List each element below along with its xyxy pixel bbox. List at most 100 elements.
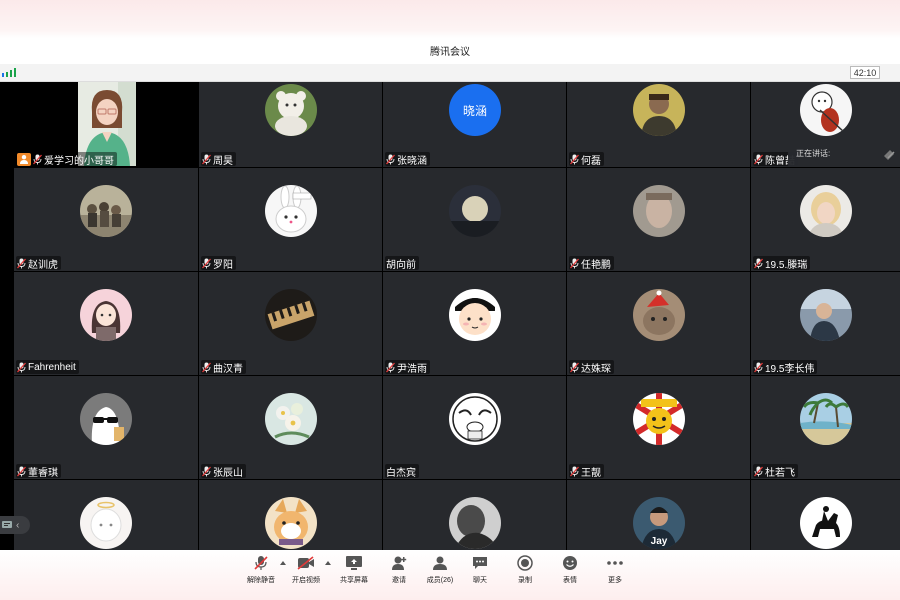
mic-muted-icon (17, 362, 26, 372)
participant-name-tag: 曲汉青 (201, 360, 246, 375)
share-screen-button[interactable]: 共享屏幕 (334, 554, 374, 596)
mic-muted-icon (570, 466, 579, 476)
mic-muted-icon (754, 466, 763, 476)
avatar (265, 84, 317, 136)
participant-tile[interactable]: 尹浩雨 (383, 272, 566, 375)
participant-tile[interactable]: 杜若飞 (751, 376, 900, 479)
mic-muted-icon (17, 466, 26, 476)
participant-tile[interactable]: 曲汉青 (199, 272, 382, 375)
speaking-indicator: 正在讲话: (788, 140, 900, 166)
avatar (800, 185, 852, 237)
participant-name-tag: 杜若飞 (753, 464, 798, 479)
mic-muted-icon (754, 154, 763, 164)
participant-tile[interactable]: 赵训虎 (14, 168, 198, 271)
invite-button[interactable]: 邀请 (379, 554, 419, 596)
chat-button[interactable]: 聊天 (460, 554, 500, 596)
participant-tile[interactable]: 爱学习的小哥哥 (14, 82, 198, 167)
avatar (265, 497, 317, 549)
participant-tile[interactable]: 晓涵张晓涵 (383, 82, 566, 167)
status-bar: 42:10 (0, 64, 900, 144)
record-label: 录制 (518, 577, 532, 584)
participant-tile[interactable]: 达姝琛 (567, 272, 750, 375)
participant-name: Fahrenheit (28, 361, 76, 373)
mic-muted-icon (17, 258, 26, 268)
participant-name-tag: 何磊 (569, 152, 604, 167)
participant-tile[interactable]: 何磊 (567, 82, 750, 167)
more-label: 更多 (608, 577, 622, 584)
members-label: 成员(26) (426, 577, 454, 584)
record-icon (516, 554, 534, 572)
participant-name: 爱学习的小哥哥 (44, 155, 114, 167)
avatar (449, 185, 501, 237)
avatar: 晓涵 (449, 84, 501, 136)
mic-muted-icon (570, 362, 579, 372)
avatar (80, 497, 132, 549)
avatar (449, 497, 501, 549)
avatar (800, 497, 852, 549)
participant-tile[interactable] (14, 480, 198, 550)
host-icon (17, 152, 31, 166)
chat-icon (471, 554, 489, 572)
participant-tile[interactable]: 任艳鹏 (567, 168, 750, 271)
unmute-button[interactable]: 解除静音 (241, 554, 281, 596)
participant-name-tag: 张晓涵 (385, 152, 430, 167)
reactions-button[interactable]: 表情 (550, 554, 590, 596)
avatar (633, 84, 685, 136)
participant-name: 达姝琛 (581, 363, 611, 375)
participant-name: 19.5李长伟 (765, 363, 815, 375)
participant-name: 白杰宾 (386, 467, 416, 479)
participant-tile[interactable] (383, 480, 566, 550)
avatar-caption: Jay (650, 536, 668, 547)
avatar: Jay (633, 497, 685, 549)
avatar (800, 289, 852, 341)
share-screen-label: 共享屏幕 (340, 577, 368, 584)
participant-name: 张辰山 (213, 467, 243, 479)
reactions-label: 表情 (563, 577, 577, 584)
members-button[interactable]: 成员(26) (420, 554, 460, 596)
participant-grid: 爱学习的小哥哥 周昊 晓涵 张晓涵 何磊 陈曾喆 赵训虎 罗阳 胡向前 任艳鹏 19.5.滕瑞 Fah… (14, 82, 900, 550)
participant-tile[interactable]: 19.5.滕瑞 (751, 168, 900, 271)
mic-muted-icon (33, 154, 42, 164)
video-options-caret[interactable] (325, 561, 331, 565)
avatar (449, 393, 501, 445)
mic-muted-icon (754, 258, 763, 268)
participant-name-tag: 罗阳 (201, 256, 236, 271)
participant-tile[interactable] (199, 480, 382, 550)
start-video-button[interactable]: 开启视频 (286, 554, 326, 596)
participant-name: 罗阳 (213, 259, 233, 271)
left-strip (0, 82, 14, 550)
participant-tile[interactable]: 张辰山 (199, 376, 382, 479)
participant-tile[interactable]: 罗阳 (199, 168, 382, 271)
avatar (449, 289, 501, 341)
participant-tile[interactable] (751, 480, 900, 550)
participant-tile[interactable]: Jay (567, 480, 750, 550)
participant-name: 董睿琪 (28, 467, 58, 479)
mic-muted-icon (202, 258, 211, 268)
participant-name: 王靓 (581, 467, 601, 479)
participant-tile[interactable]: 董睿琪 (14, 376, 198, 479)
more-button[interactable]: 更多 (595, 554, 635, 596)
participant-name-tag: 19.5李长伟 (753, 360, 818, 375)
participant-tile[interactable]: 王靓 (567, 376, 750, 479)
avatar (800, 393, 852, 445)
speaker-icon (884, 150, 895, 160)
avatar (80, 185, 132, 237)
mic-muted-icon (202, 154, 211, 164)
participant-tile[interactable]: 胡向前 (383, 168, 566, 271)
participant-tile[interactable]: 白杰宾 (383, 376, 566, 479)
invite-label: 邀请 (392, 577, 406, 584)
mic-muted-icon (570, 258, 579, 268)
share-screen-icon (345, 554, 363, 572)
mic-muted-icon (386, 362, 395, 372)
smiley-icon (561, 554, 579, 572)
participant-name: 胡向前 (386, 259, 416, 271)
participant-tile[interactable]: 19.5李长伟 (751, 272, 900, 375)
participant-tile[interactable]: Fahrenheit (14, 272, 198, 375)
record-button[interactable]: 录制 (505, 554, 545, 596)
side-panel-toggle[interactable]: ‹ (0, 516, 30, 534)
avatar (800, 84, 852, 136)
participant-tile[interactable]: 周昊 (199, 82, 382, 167)
participant-name: 任艳鹏 (581, 259, 611, 271)
participant-name: 尹浩雨 (397, 363, 427, 375)
participant-name-tag: Fahrenheit (16, 360, 79, 374)
